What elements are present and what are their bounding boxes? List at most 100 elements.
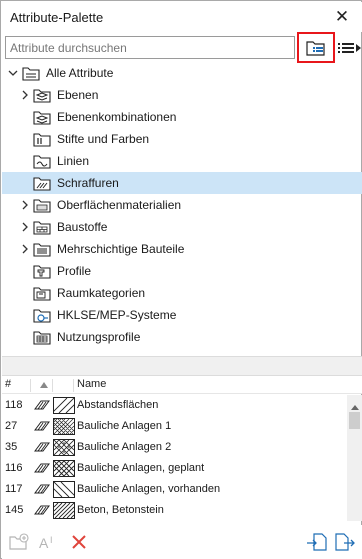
row-name: Bauliche Anlagen 2: [77, 441, 172, 453]
import-icon[interactable]: [306, 532, 328, 552]
column-divider[interactable]: [52, 379, 53, 392]
layers-icon: [33, 87, 51, 103]
tree-item-label: Oberflächenmaterialien: [57, 198, 182, 212]
list-menu-icon: [338, 42, 361, 53]
row-name: Bauliche Anlagen 1: [77, 420, 172, 432]
tree-item-stifte-und-farben[interactable]: Stifte und Farben: [2, 128, 362, 150]
tree-item-mehrschichtige-bauteile[interactable]: Mehrschichtige Bauteile: [2, 238, 362, 260]
tree-item-label: Ebenen: [57, 88, 99, 102]
chevron-down-icon[interactable]: [7, 67, 19, 79]
column-header-name[interactable]: Name: [77, 378, 106, 390]
tree-item-label: Linien: [57, 154, 90, 168]
pattern-swatch: [53, 502, 75, 519]
column-divider[interactable]: [30, 379, 31, 392]
zone-categories-icon: [33, 285, 51, 301]
column-header-number[interactable]: #: [5, 378, 11, 390]
tree-item-label: Profile: [57, 264, 92, 278]
close-icon[interactable]: ✕: [332, 7, 352, 27]
tree-item-nutzungsprofile[interactable]: Nutzungsprofile: [2, 326, 362, 348]
folder-icon: [22, 65, 40, 81]
lines-icon: [33, 153, 51, 169]
tree-item-label: Ebenenkombinationen: [57, 110, 177, 124]
tree-item-label: Mehrschichtige Bauteile: [57, 242, 185, 256]
panel-splitter[interactable]: [2, 356, 362, 376]
fill-type-icon: [33, 397, 51, 413]
chevron-right-icon[interactable]: [19, 243, 31, 255]
fill-type-icon: [33, 481, 51, 497]
scroll-up-icon[interactable]: [351, 399, 359, 410]
building-materials-icon: [33, 219, 51, 235]
sort-icon[interactable]: [39, 380, 49, 392]
table-row[interactable]: 35 Bauliche Anlagen 2: [2, 437, 346, 458]
row-name: Bauliche Anlagen, geplant: [77, 462, 205, 474]
tree-item-hklse-mep-systeme[interactable]: HKLSE/MEP-Systeme: [2, 304, 362, 326]
delete-icon[interactable]: [68, 532, 90, 552]
tree-item-raumkategorien[interactable]: Raumkategorien: [2, 282, 362, 304]
attribute-manager-button[interactable]: [297, 32, 335, 63]
table-row[interactable]: 116 Bauliche Anlagen, geplant: [2, 458, 346, 479]
table-row[interactable]: 117 Bauliche Anlagen, vorhanden: [2, 479, 346, 500]
row-number: 27: [5, 420, 18, 432]
svg-text:I: I: [50, 535, 53, 545]
chevron-right-icon[interactable]: [19, 199, 31, 211]
table-row[interactable]: 118 Abstandsflächen: [2, 395, 346, 416]
composites-icon: [33, 241, 51, 257]
tree-item-label: Raumkategorien: [57, 286, 146, 300]
tree-item-oberflaechenmaterialien[interactable]: Oberflächenmaterialien: [2, 194, 362, 216]
table-row[interactable]: 145 Beton, Betonstein: [2, 500, 346, 521]
tree-item-ebenen[interactable]: Ebenen: [2, 84, 362, 106]
attribute-tree: Alle Attribute Ebenen Ebenenkombinatione…: [2, 61, 362, 353]
pattern-swatch: [53, 418, 75, 435]
row-number: 117: [5, 483, 23, 495]
table-row[interactable]: 27 Bauliche Anlagen 1: [2, 416, 346, 437]
fill-type-icon: [33, 418, 51, 434]
new-folder-icon[interactable]: [8, 532, 30, 552]
title-bar: Attribute-Palette ✕: [2, 2, 362, 32]
tree-root-label: Alle Attribute: [46, 66, 114, 80]
tree-item-label: Nutzungsprofile: [57, 330, 141, 344]
view-options-button[interactable]: [337, 36, 362, 59]
fill-type-icon: [33, 460, 51, 476]
mep-systems-icon: [33, 307, 51, 323]
table-scrollbar[interactable]: [347, 395, 362, 521]
tree-item-label: Baustoffe: [57, 220, 108, 234]
pattern-swatch: [51, 397, 82, 414]
surfaces-icon: [33, 197, 51, 213]
row-number: 35: [5, 441, 18, 453]
search-input[interactable]: [5, 36, 295, 59]
tree-item-linien[interactable]: Linien: [2, 150, 362, 172]
row-name: Abstandsflächen: [77, 399, 159, 411]
search-row: [5, 32, 362, 63]
attribute-palette-window: Attribute-Palette ✕ Attribute durchsuche…: [0, 0, 362, 559]
layer-combinations-icon: [33, 109, 51, 125]
row-name: Bauliche Anlagen, vorhanden: [77, 483, 221, 495]
row-name: Beton, Betonstein: [77, 504, 164, 516]
operation-profiles-icon: [33, 329, 51, 345]
row-number: 116: [5, 462, 23, 474]
column-divider[interactable]: [73, 379, 74, 392]
export-icon[interactable]: [334, 532, 356, 552]
chevron-right-icon[interactable]: [19, 89, 31, 101]
rename-icon[interactable]: AI: [38, 532, 60, 552]
window-title: Attribute-Palette: [10, 9, 104, 25]
tree-item-profile[interactable]: Profile: [2, 260, 362, 282]
table-header: # Name: [2, 376, 362, 394]
fill-type-icon: [33, 439, 51, 455]
tree-item-ebenenkombinationen[interactable]: Ebenenkombinationen: [2, 106, 362, 128]
bottom-toolbar: AI: [2, 525, 362, 559]
tree-item-label: HKLSE/MEP-Systeme: [57, 308, 177, 322]
row-number: 118: [5, 399, 23, 411]
chevron-right-icon[interactable]: [19, 221, 31, 233]
svg-text:A: A: [39, 535, 49, 551]
tree-item-schraffuren[interactable]: Schraffuren: [2, 172, 362, 194]
fill-type-icon: [33, 502, 51, 518]
pattern-swatch: [46, 481, 77, 498]
scrollbar-thumb[interactable]: [349, 412, 360, 429]
tree-item-baustoffe[interactable]: Baustoffe: [2, 216, 362, 238]
fills-table: # Name 118 Abstandsflächen 27 Bauliche A…: [2, 376, 362, 521]
row-number: 145: [5, 504, 24, 516]
folder-list-icon: [306, 40, 325, 56]
fills-icon: [33, 175, 51, 191]
tree-root-all-attributes[interactable]: Alle Attribute: [2, 62, 362, 84]
pattern-swatch: [53, 460, 75, 477]
